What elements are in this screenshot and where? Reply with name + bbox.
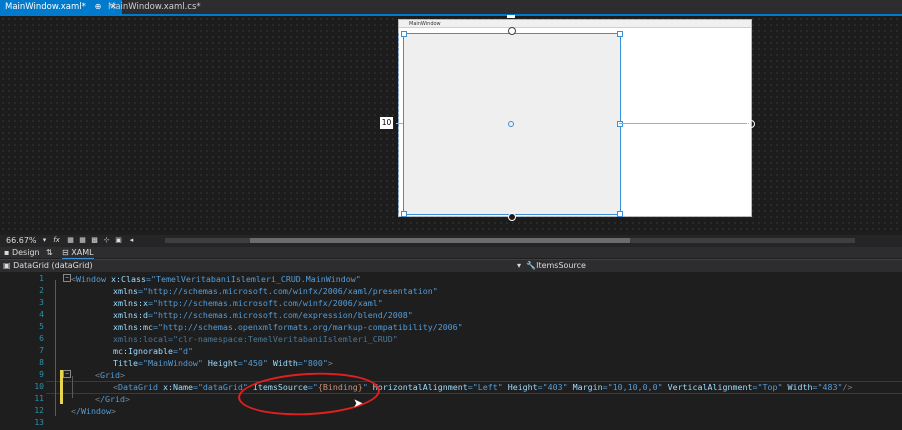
code-line: </Window> [71, 406, 116, 416]
property-selector[interactable]: ▾ 🔧ItemsSource [517, 260, 586, 272]
code-line: <Grid> [95, 370, 125, 380]
code-line: mc:Ignorable="d" [113, 346, 193, 356]
code-line: xmlns="http://schemas.microsoft.com/winf… [113, 286, 438, 296]
line-number: 13 [34, 418, 44, 427]
element-navigation-bar: ▣ DataGrid (dataGrid) ▾ 🔧ItemsSource [0, 259, 902, 272]
design-tab[interactable]: ▪ Design [4, 247, 40, 258]
document-tab-bar: MainWindow.xaml* ⊕ ✕ MainWindow.xaml.cs* [0, 0, 902, 16]
scroll-left-icon[interactable]: ◂ [127, 236, 136, 245]
code-line: Title="MainWindow" Height="450" Width="8… [113, 358, 333, 368]
line-number: 2 [39, 286, 44, 295]
snap-lines-icon[interactable]: ⊹ [102, 236, 111, 245]
mouse-cursor-icon: ➤ [353, 396, 364, 410]
line-number: 10 [34, 382, 44, 391]
line-number: 9 [39, 370, 44, 379]
code-line: <Window x:Class="TemelVeritabaniIslemler… [71, 274, 361, 284]
code-line: xmlns:d="http://schemas.microsoft.com/ex… [113, 310, 413, 320]
line-number: 1 [39, 274, 44, 283]
split-view-bar: ▪ Design ⇅ ⊟ XAML [0, 247, 902, 260]
line-number: 3 [39, 298, 44, 307]
line-number: 4 [39, 310, 44, 319]
line-number: 11 [34, 394, 44, 403]
code-line: xmlns:local="clr-namespace:TemelVeritaba… [113, 334, 398, 344]
element-selector[interactable]: ▣ DataGrid (dataGrid) [3, 260, 93, 272]
resize-handle-r[interactable] [617, 121, 623, 127]
code-line: xmlns:x="http://schemas.microsoft.com/wi… [113, 298, 383, 308]
tab-mainwindow-xaml-cs[interactable]: MainWindow.xaml.cs* [103, 0, 206, 14]
line-number: 6 [39, 334, 44, 343]
scrollbar-thumb[interactable] [250, 238, 630, 243]
chevron-down-icon[interactable]: ▾ [40, 236, 49, 245]
zoom-level[interactable]: 66.67% [6, 235, 37, 247]
bottom-anchor-icon[interactable] [508, 213, 516, 221]
datagrid-center-handle[interactable] [508, 121, 514, 127]
right-anchor-icon[interactable] [747, 120, 755, 128]
margin-label: 10 [380, 117, 393, 129]
resize-handle-bl[interactable] [401, 211, 407, 217]
swap-panes-icon[interactable]: ⇅ [46, 247, 53, 258]
top-resize-marker[interactable] [507, 15, 515, 18]
code-line-datagrid: <DataGrid x:Name="dataGrid" ItemsSource=… [113, 382, 853, 392]
window-title: MainWindow [399, 20, 751, 28]
line-number: 8 [39, 358, 44, 367]
collapse-toggle[interactable]: − [63, 370, 71, 378]
pin-icon[interactable]: ⊕ [95, 0, 102, 14]
line-number: 12 [34, 406, 44, 415]
artboard-icon[interactable]: ▩ [90, 236, 99, 245]
changed-lines-marker [60, 370, 63, 404]
fx-icon[interactable]: fx [52, 236, 61, 245]
code-line: xmlns:mc="http://schemas.openxmlformats.… [113, 322, 463, 332]
resize-handle-tl[interactable] [401, 31, 407, 37]
code-line: </Grid> [95, 394, 130, 404]
top-anchor-icon[interactable] [508, 27, 516, 35]
tab-label: MainWindow.xaml.cs* [108, 2, 201, 12]
tab-label: MainWindow.xaml* [5, 2, 86, 12]
margin-guide-left [396, 123, 403, 124]
outline-guide [72, 376, 73, 398]
resize-handle-br[interactable] [617, 211, 623, 217]
designer-toolbar: 66.67% ▾ fx ▦ ▦ ▩ ⊹ ▣ ◂ [0, 235, 902, 247]
grid-icon[interactable]: ▦ [66, 236, 75, 245]
resize-handle-tr[interactable] [617, 31, 623, 37]
line-number: 7 [39, 346, 44, 355]
code-view-icon[interactable]: ▣ [114, 236, 123, 245]
collapse-toggle[interactable]: − [63, 274, 71, 282]
xaml-code-editor[interactable]: − − 1 2 3 4 5 6 7 8 9 10 11 12 13 <Windo… [0, 272, 902, 430]
outline-guide [55, 280, 56, 416]
snap-grid-icon[interactable]: ▦ [78, 236, 87, 245]
margin-guide-right [619, 123, 749, 124]
wrench-icon: 🔧 [526, 261, 537, 270]
line-number: 5 [39, 322, 44, 331]
